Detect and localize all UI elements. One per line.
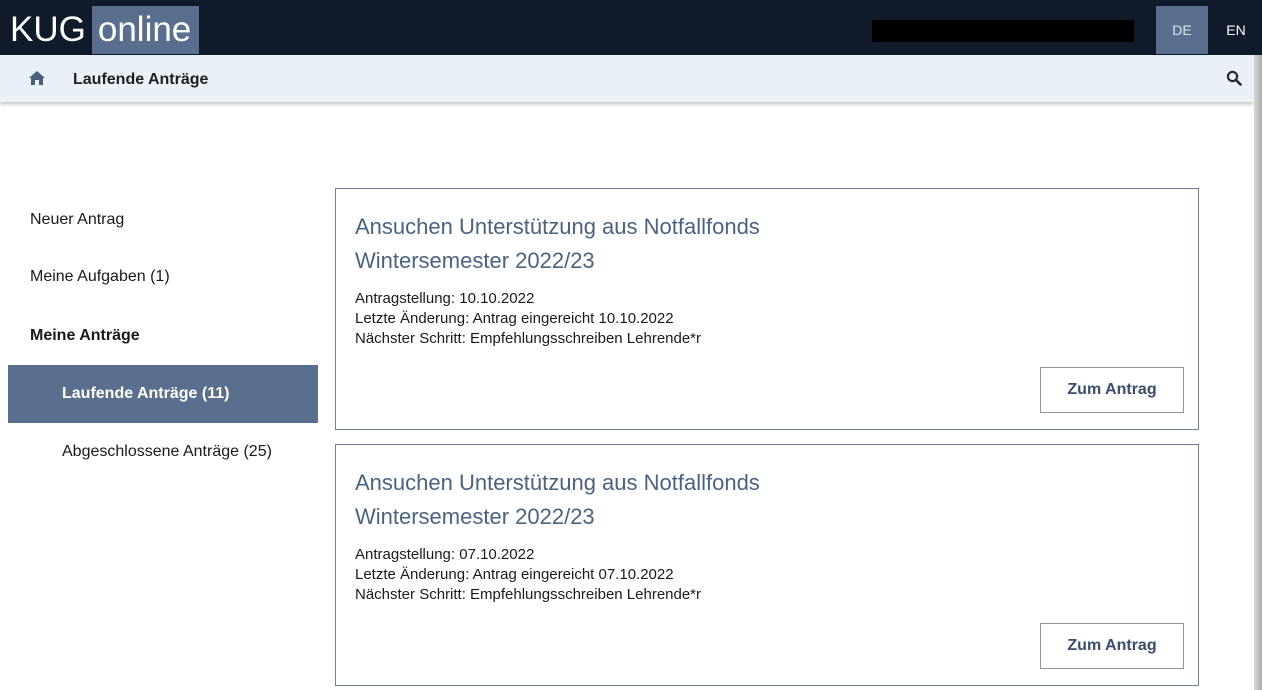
application-title[interactable]: Ansuchen Unterstützung aus Notfallfonds … xyxy=(355,466,875,534)
sidebar-item-my-tasks[interactable]: Meine Aufgaben (1) xyxy=(8,248,318,306)
sidebar-item-new-application[interactable]: Neuer Antrag xyxy=(8,191,318,249)
sidebar-item-running-applications[interactable]: Laufende Anträge (11) xyxy=(8,365,318,423)
sidebar-item-completed-applications[interactable]: Abgeschlossene Anträge (25) xyxy=(8,424,318,482)
application-submitted-date: Antragstellung: 07.10.2022 xyxy=(355,546,535,563)
logo-kug-text: KUG xyxy=(10,10,86,49)
home-icon[interactable] xyxy=(28,70,46,86)
open-application-button[interactable]: Zum Antrag xyxy=(1040,367,1184,413)
application-next-step: Nächster Schritt: Empfehlungsschreiben L… xyxy=(355,586,702,603)
application-title-line: Ansuchen Unterstützung aus Notfallfonds xyxy=(355,470,760,495)
sidebar-item-label: Abgeschlossene Anträge (25) xyxy=(62,443,272,460)
application-last-change: Letzte Änderung: Antrag eingereicht 07.1… xyxy=(355,566,674,583)
application-card: Ansuchen Unterstützung aus Notfallfonds … xyxy=(335,188,1199,430)
application-title-line: Ansuchen Unterstützung aus Notfallfonds xyxy=(355,214,760,239)
open-application-button[interactable]: Zum Antrag xyxy=(1040,623,1184,669)
application-submitted-date: Antragstellung: 10.10.2022 xyxy=(355,290,535,307)
application-details: Antragstellung: 07.10.2022 Letzte Änderu… xyxy=(355,545,701,605)
application-title[interactable]: Ansuchen Unterstützung aus Notfallfonds … xyxy=(355,210,875,278)
breadcrumb: Laufende Anträge xyxy=(0,55,1254,102)
sidebar-item-label: Meine Anträge xyxy=(30,327,140,344)
page-title: Laufende Anträge xyxy=(73,71,209,88)
window-edge xyxy=(1254,55,1262,690)
application-card: Ansuchen Unterstützung aus Notfallfonds … xyxy=(335,444,1199,686)
top-bar: KUG online DE EN xyxy=(0,0,1262,55)
logo-online-text: online xyxy=(91,6,200,54)
language-de-button[interactable]: DE xyxy=(1156,6,1208,54)
redacted-user-name xyxy=(872,20,1134,42)
logo[interactable]: KUG online xyxy=(6,6,200,54)
application-title-line: Wintersemester 2022/23 xyxy=(355,248,595,273)
sidebar-item-label: Meine Aufgaben (1) xyxy=(30,268,170,285)
application-next-step: Nächster Schritt: Empfehlungsschreiben L… xyxy=(355,330,702,347)
application-last-change: Letzte Änderung: Antrag eingereicht 10.1… xyxy=(355,310,674,327)
sidebar-item-label: Neuer Antrag xyxy=(30,211,125,228)
application-details: Antragstellung: 10.10.2022 Letzte Änderu… xyxy=(355,289,701,349)
language-en-button[interactable]: EN xyxy=(1210,6,1262,54)
application-title-line: Wintersemester 2022/23 xyxy=(355,504,595,529)
sidebar-item-my-applications[interactable]: Meine Anträge xyxy=(8,307,318,365)
sidebar-item-label: Laufende Anträge (11) xyxy=(62,385,230,402)
search-icon[interactable] xyxy=(1226,70,1242,86)
